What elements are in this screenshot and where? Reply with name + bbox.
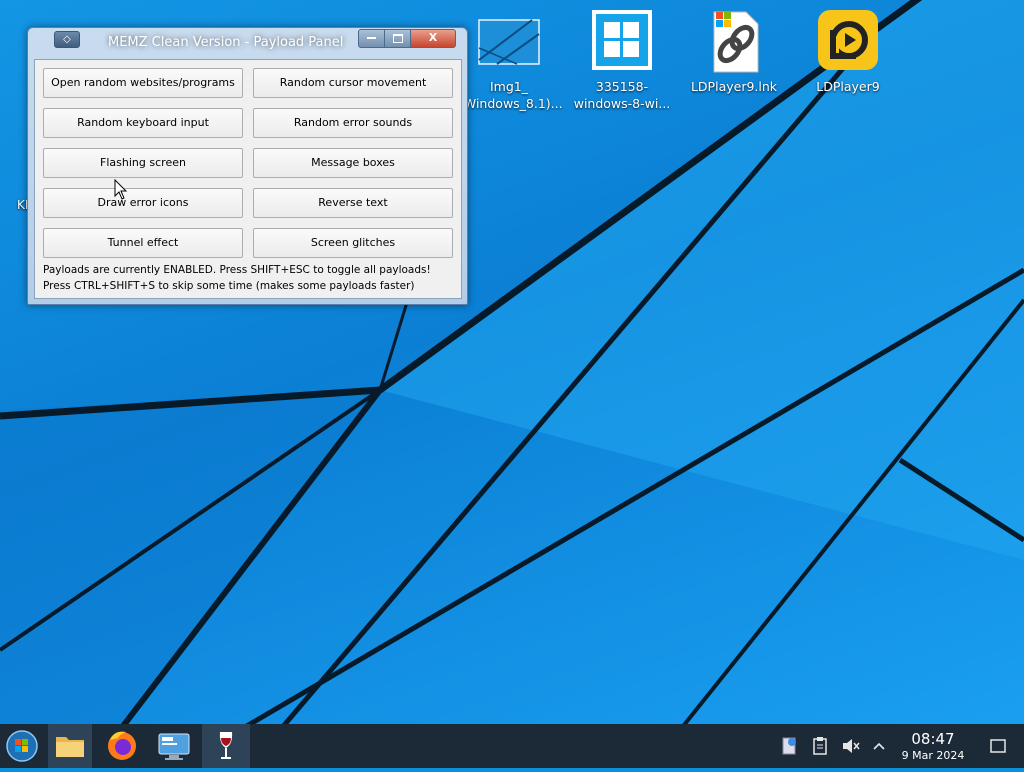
mouse-cursor-icon (114, 179, 128, 200)
chevron-up-icon[interactable] (869, 736, 889, 756)
reverse-text-button[interactable]: Reverse text (253, 188, 453, 218)
desktop-icon-label-2: (Windows_8.1)... (459, 96, 563, 111)
taskbar-firefox[interactable] (100, 724, 144, 768)
skip-time-hint-text: Press CTRL+SHIFT+S to skip some time (ma… (43, 280, 415, 292)
payload-panel-window[interactable]: ◇ MEMZ Clean Version - Payload Panel X O… (27, 27, 468, 305)
clipboard-icon[interactable] (810, 736, 830, 756)
window-titlebar[interactable]: ◇ MEMZ Clean Version - Payload Panel X (28, 28, 467, 58)
start-orb-icon (6, 730, 38, 762)
desktop-icon-label: Img1_ (489, 79, 528, 94)
window-system-menu-icon[interactable]: ◇ (54, 31, 80, 48)
window-title: MEMZ Clean Version - Payload Panel (108, 35, 344, 50)
desktop-icon-ldplayer[interactable]: LDPlayer9 (798, 10, 898, 95)
taskbar-file-manager[interactable] (48, 724, 92, 768)
draw-error-icons-button[interactable]: Draw error icons (43, 188, 243, 218)
ldplayer-icon (816, 10, 880, 74)
taskbar-wine[interactable] (202, 724, 250, 768)
taskbar-system-settings[interactable] (152, 724, 196, 768)
minimize-button[interactable] (358, 29, 385, 48)
random-cursor-movement-button[interactable]: Random cursor movement (253, 68, 453, 98)
desktop[interactable]: KE Img1_ (Windows_8.1)... 335158- window… (0, 0, 1024, 724)
desktop-icon-label: LDPlayer9 (816, 79, 880, 94)
start-button[interactable] (0, 724, 44, 768)
flashing-screen-button[interactable]: Flashing screen (43, 148, 243, 178)
shortcut-link-icon (702, 10, 766, 74)
tunnel-effect-button[interactable]: Tunnel effect (43, 228, 243, 258)
taskbar: 08:47 9 Mar 2024 (0, 724, 1024, 768)
taskbar-clock[interactable]: 08:47 9 Mar 2024 (894, 731, 972, 763)
random-error-sounds-button[interactable]: Random error sounds (253, 108, 453, 138)
desktop-icon-label: LDPlayer9.lnk (690, 79, 778, 94)
close-icon: X (428, 31, 438, 44)
system-settings-icon (158, 733, 190, 760)
desktop-icon-img1[interactable]: Img1_ (Windows_8.1)... (459, 10, 563, 112)
clock-date: 9 Mar 2024 (901, 749, 965, 762)
screen-glitches-button[interactable]: Screen glitches (253, 228, 453, 258)
updates-icon[interactable] (780, 736, 800, 756)
show-desktop-icon[interactable] (988, 736, 1008, 756)
desktop-icon-335158[interactable]: 335158- windows-8-wi... (572, 10, 672, 112)
open-random-websites-button[interactable]: Open random websites/programs (43, 68, 243, 98)
clock-time: 08:47 (911, 730, 955, 748)
windows-logo-file-icon (590, 10, 654, 74)
random-keyboard-input-button[interactable]: Random keyboard input (43, 108, 243, 138)
payload-status-text: Payloads are currently ENABLED. Press SH… (43, 264, 431, 276)
desktop-icon-ldplayer-lnk[interactable]: LDPlayer9.lnk (684, 10, 784, 95)
file-manager-icon (56, 737, 84, 757)
desktop-icon-label-2: windows-8-wi... (573, 96, 671, 111)
close-button[interactable]: X (410, 29, 456, 48)
maximize-icon (392, 33, 403, 43)
message-boxes-button[interactable]: Message boxes (253, 148, 453, 178)
wine-glass-icon (219, 732, 233, 759)
payload-panel-client: Open random websites/programs Random cur… (34, 59, 462, 299)
firefox-icon (108, 731, 136, 760)
minimize-icon (367, 37, 376, 39)
image-file-icon (477, 10, 541, 74)
maximize-button[interactable] (384, 29, 411, 48)
volume-muted-icon[interactable] (840, 736, 860, 756)
desktop-icon-label: 335158- (595, 79, 649, 94)
